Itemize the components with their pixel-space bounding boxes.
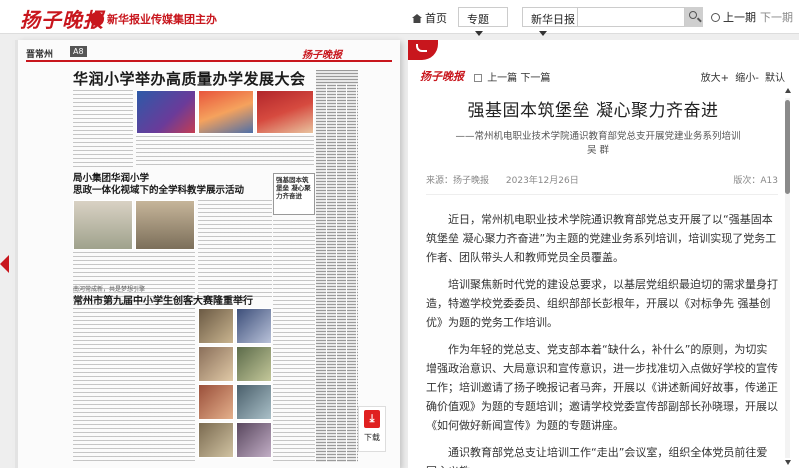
home-label: 首页 (425, 12, 447, 25)
classroom-photo (135, 200, 195, 250)
article-text-block (273, 220, 315, 462)
article-author: 吴 群 (586, 145, 610, 156)
home-link[interactable]: 首页 (412, 10, 447, 26)
article-page: 版次：A13 (733, 176, 778, 186)
pdf-icon: ⤓ (364, 410, 380, 428)
article-navigation: 上一篇 下一篇 (474, 69, 550, 84)
article-text-block (73, 308, 195, 462)
competition-photo (236, 308, 272, 344)
sub-headline: 思政一体化视域下的全学科教学展示活动 (73, 185, 245, 196)
sub-headline: 局小集团华润小学 (73, 173, 150, 184)
download-label: 下载 (364, 433, 380, 442)
competition-photo (198, 384, 234, 420)
chevron-down-icon (539, 31, 547, 36)
article-source: 来源：扬子晚报 (426, 176, 490, 186)
next-article-link[interactable]: 下一篇 (520, 73, 550, 84)
scrollbar-thumb[interactable] (785, 100, 790, 194)
back-arrow-icon (416, 44, 427, 52)
scroll-up-arrow[interactable] (785, 88, 791, 93)
competition-photo (198, 346, 234, 382)
search-icon (689, 11, 697, 19)
classroom-photo (73, 200, 133, 250)
competition-photo (236, 346, 272, 382)
font-smaller-button[interactable]: 缩小- (735, 73, 759, 84)
font-default-button[interactable]: 默认 (765, 73, 785, 84)
font-larger-button[interactable]: 放大+ (701, 73, 729, 84)
stage-photo (136, 90, 196, 134)
search-button[interactable] (685, 7, 703, 27)
competition-photo (198, 308, 234, 344)
column-gutters (317, 84, 357, 462)
article-paragraph: 近日，常州机电职业技术学院通识教育部党总支开展了以“强基固本筑堡垒 凝心聚力齐奋… (426, 213, 777, 264)
newspaper-page-image[interactable]: 晋常州 A8 扬子晚报 华润小学举办高质量办学发展大会 局小集团华润小学 思政一… (18, 40, 400, 468)
emblem-icon (90, 12, 104, 26)
article-text-block (136, 136, 314, 168)
next-issue-link[interactable]: 下一期 (760, 9, 793, 25)
download-pdf-button[interactable]: ⤓ 下载 (358, 406, 386, 452)
newspaper-logo: 扬子晚报 (302, 50, 342, 61)
publisher-text: 新华报业传媒集团主办 (107, 13, 217, 26)
chevron-down-icon (475, 31, 483, 36)
performance-photo (198, 90, 254, 134)
award-photo (256, 90, 314, 134)
competition-photo (236, 384, 272, 420)
topic-dropdown[interactable]: 专题 (458, 7, 508, 36)
previous-page-arrow-icon[interactable] (0, 255, 9, 273)
newspaper-page-number: A8 (70, 46, 87, 57)
article-meta: 来源：扬子晚报 2023年12月26日 版次：A13 (426, 173, 778, 195)
article-text-block (73, 90, 133, 168)
highlighted-article-box[interactable]: 强基固本筑堡垒 凝心聚力齐奋进 (273, 173, 315, 215)
previous-article-link[interactable]: 上一篇 (487, 73, 517, 84)
article-panel: 扬子晚报 上一篇 下一篇 放大+ 缩小- 默认 强基固本筑堡垒 凝心聚力齐奋进 … (408, 40, 799, 468)
article-title: 强基固本筑堡垒 凝心聚力齐奋进 (467, 101, 719, 121)
previous-issue-link[interactable]: 上一期 (711, 9, 756, 25)
back-button[interactable] (408, 40, 438, 60)
article-subtitle: ——常州机电职业技术学院通识教育部党总支开展党建业务系列培训 (455, 131, 741, 142)
scroll-down-arrow[interactable] (785, 460, 791, 465)
article-body: 近日，常州机电职业技术学院通识教育部党总支开展了以“强基固本筑堡垒 凝心聚力齐奋… (426, 210, 778, 468)
competition-photo (236, 422, 272, 458)
newspaper-section-name: 晋常州 (26, 50, 54, 60)
search-input[interactable] (577, 7, 685, 27)
font-size-controls: 放大+ 缩小- 默认 (701, 69, 785, 84)
article-paragraph: 作为年轻的党总支、党支部本着“缺什么，补什么”的原则，为切实增强政治意识、大局意… (426, 343, 778, 432)
article-logo: 扬子晚报 (420, 70, 464, 83)
article-date: 2023年12月26日 (505, 176, 579, 186)
topic-label: 专题 (467, 13, 489, 26)
article-text-block (198, 200, 272, 300)
article-paragraph: 培训聚焦新时代党的建设总要求，以基层党组织最迫切的需求量身打造，特邀学校党委委员… (426, 278, 778, 329)
previous-issue-label: 上一期 (723, 11, 756, 24)
newspaper-headline: 华润小学举办高质量办学发展大会 (73, 70, 306, 88)
headline-3: 常州市第九届中小学生创客大赛隆重举行 (73, 296, 253, 307)
article-paragraph: 通识教育部党总支让培训工作“走出”会议室，组织全体党员前往爱国主义教 (426, 446, 768, 468)
publisher-label: 新华报业传媒集团主办 (90, 11, 217, 27)
newspaper-page-header: 晋常州 A8 扬子晚报 (26, 46, 392, 62)
top-navigation-bar: 扬子晚报 新华报业传媒集团主办 首页 专题 新华日报 上一期 下一期 (0, 0, 799, 36)
home-icon (412, 14, 422, 23)
page-icon (474, 74, 482, 82)
xinhua-label: 新华日报 (531, 13, 575, 26)
clock-icon (711, 13, 720, 22)
competition-photo (198, 422, 234, 458)
